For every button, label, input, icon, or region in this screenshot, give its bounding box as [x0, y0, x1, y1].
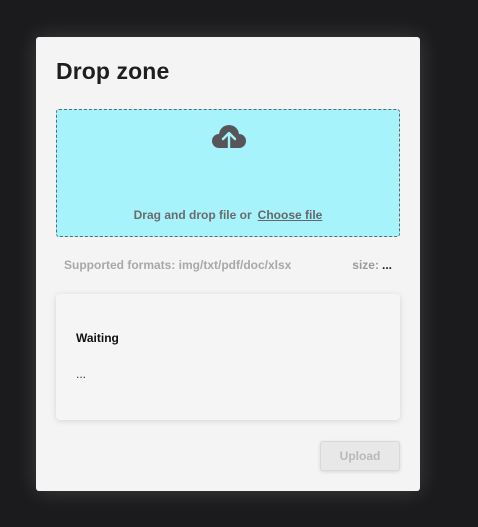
- supported-formats: Supported formats: img/txt/pdf/doc/xlsx: [64, 258, 292, 272]
- status-detail: ...: [76, 367, 87, 381]
- drop-zone-card: Drop zone Drag and drop file or Choose fi…: [36, 37, 420, 491]
- drop-instructions: Drag and drop file or Choose file: [57, 208, 399, 222]
- size-label: size:: [352, 258, 379, 272]
- page-title: Drop zone: [56, 58, 170, 84]
- upload-status-card: Waiting ...: [56, 294, 400, 420]
- cloud-upload-icon: [212, 125, 246, 154]
- status-title: Waiting: [76, 331, 119, 345]
- choose-file-link[interactable]: Choose file: [258, 208, 323, 222]
- file-size: size:...: [352, 258, 392, 272]
- size-value: ...: [381, 258, 392, 272]
- file-drop-area[interactable]: Drag and drop file or Choose file: [56, 109, 400, 237]
- upload-button[interactable]: Upload: [320, 441, 400, 471]
- drop-prompt: Drag and drop file or: [133, 208, 252, 222]
